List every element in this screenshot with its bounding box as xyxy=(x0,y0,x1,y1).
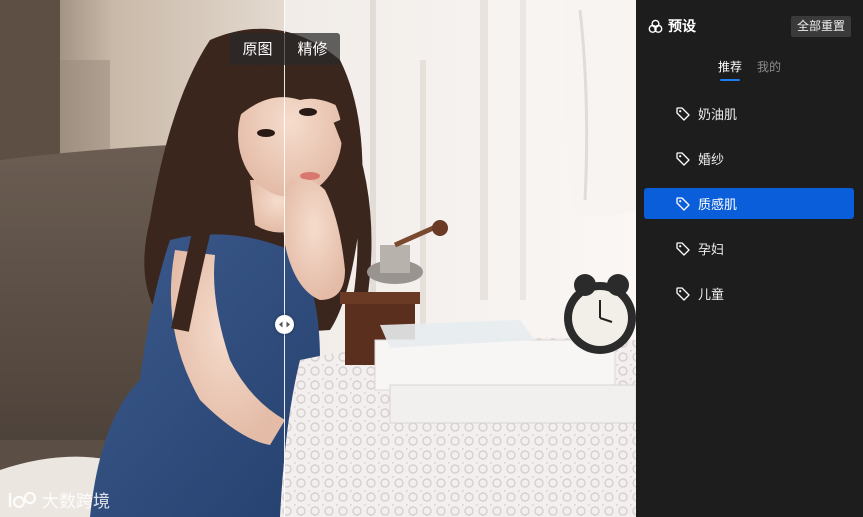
active-tab-indicator xyxy=(720,79,740,81)
tag-icon xyxy=(676,197,690,211)
preset-item-children[interactable]: 儿童 xyxy=(644,278,854,309)
portrait-photo xyxy=(0,0,636,517)
original-label: 原图 xyxy=(230,33,285,65)
tab-mine[interactable]: 我的 xyxy=(757,58,781,84)
panel-title-text: 预设 xyxy=(668,19,696,35)
panel-title: 预设 xyxy=(648,16,696,36)
presets-icon xyxy=(648,19,663,33)
reset-all-button[interactable]: 全部重置 xyxy=(791,16,851,37)
tab-recommended-label: 推荐 xyxy=(718,60,743,74)
tag-icon xyxy=(676,287,690,301)
tag-icon xyxy=(676,242,690,256)
drag-arrows-icon xyxy=(279,321,290,328)
preset-label: 奶油肌 xyxy=(698,108,738,123)
photo-canvas[interactable]: 原图 精修 大数跨境 xyxy=(0,0,636,517)
presets-panel: 预设 全部重置 推荐 我的 奶油肌 婚纱 质感肌 孕妇 儿童 xyxy=(636,0,863,517)
tag-icon xyxy=(676,107,690,121)
preset-tabs: 推荐 我的 xyxy=(636,58,863,84)
compare-divider[interactable] xyxy=(284,0,285,517)
compare-divider-handle[interactable] xyxy=(275,315,294,334)
preset-label: 婚纱 xyxy=(698,153,725,168)
tag-icon xyxy=(676,152,690,166)
panel-header: 预设 全部重置 xyxy=(636,12,863,40)
tab-recommended[interactable]: 推荐 xyxy=(718,58,742,84)
preset-item-wedding[interactable]: 婚纱 xyxy=(644,143,854,174)
watermark: 大数跨境 xyxy=(8,487,110,512)
preset-item-texture-skin[interactable]: 质感肌 xyxy=(644,188,854,219)
retouched-label: 精修 xyxy=(285,33,340,65)
watermark-text: 大数跨境 xyxy=(42,492,110,512)
preset-item-cream-skin[interactable]: 奶油肌 xyxy=(644,98,854,129)
tab-mine-label: 我的 xyxy=(757,60,782,74)
preset-label: 儿童 xyxy=(698,288,725,303)
preset-list: 奶油肌 婚纱 质感肌 孕妇 儿童 xyxy=(644,98,854,323)
preset-item-maternity[interactable]: 孕妇 xyxy=(644,233,854,264)
logo-icon xyxy=(8,491,37,508)
preset-label: 质感肌 xyxy=(698,198,738,213)
preset-label: 孕妇 xyxy=(698,243,725,258)
